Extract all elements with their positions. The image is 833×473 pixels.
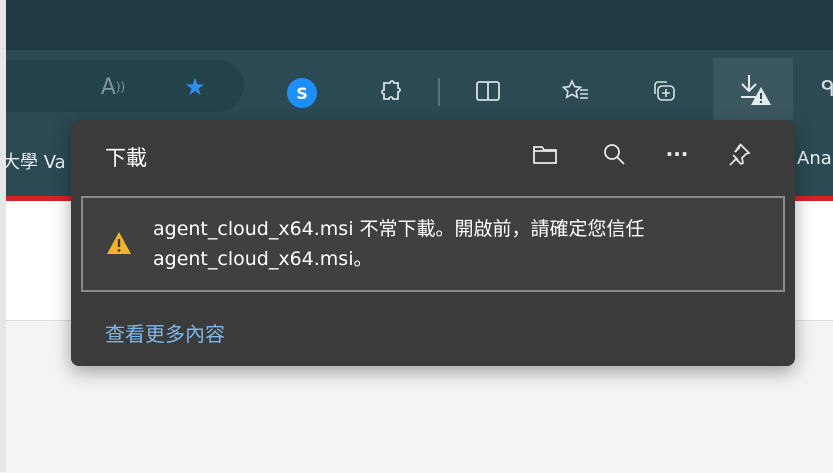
browser-toolbar: A)) ★ S	[0, 50, 833, 120]
search-icon[interactable]	[598, 138, 630, 170]
window-left-edge	[0, 0, 6, 472]
profile-icon-partial[interactable]: ᑫ	[818, 74, 833, 104]
download-warning-line1: agent_cloud_x64.msi 不常下載。開啟前，請確定您信任	[153, 218, 645, 240]
read-aloud-icon[interactable]: A))	[96, 72, 130, 102]
downloads-title: 下載	[105, 146, 147, 170]
collections-icon[interactable]	[647, 74, 683, 108]
bookmark-item-left[interactable]: 大學 Va	[2, 148, 66, 174]
puzzle-icon[interactable]	[372, 74, 408, 108]
shazam-icon[interactable]: S	[287, 78, 317, 108]
favorites-list-icon[interactable]	[558, 74, 594, 108]
browser-titlebar	[0, 0, 833, 50]
pin-icon[interactable]	[723, 138, 755, 170]
download-warning-message: agent_cloud_x64.msi 不常下載。開啟前，請確定您信任 agen…	[153, 214, 773, 274]
warning-icon	[107, 232, 131, 254]
more-icon[interactable]: ···	[661, 138, 693, 170]
folder-icon[interactable]	[529, 138, 561, 170]
star-icon[interactable]: ★	[178, 72, 212, 102]
download-warning-line2: agent_cloud_x64.msi。	[153, 248, 373, 270]
see-more-link[interactable]: 查看更多內容	[105, 318, 225, 347]
bookmark-item-right[interactable]: Ana	[797, 148, 832, 169]
split-screen-icon[interactable]	[470, 74, 506, 108]
download-item[interactable]: agent_cloud_x64.msi 不常下載。開啟前，請確定您信任 agen…	[81, 196, 785, 292]
downloads-panel: 下載 ··· agent_cloud_x64.msi 不常下載。開啟前，請確定您…	[71, 120, 795, 366]
downloads-button[interactable]	[713, 58, 793, 120]
download-warning-icon	[741, 75, 771, 105]
toolbar-divider	[438, 78, 440, 106]
